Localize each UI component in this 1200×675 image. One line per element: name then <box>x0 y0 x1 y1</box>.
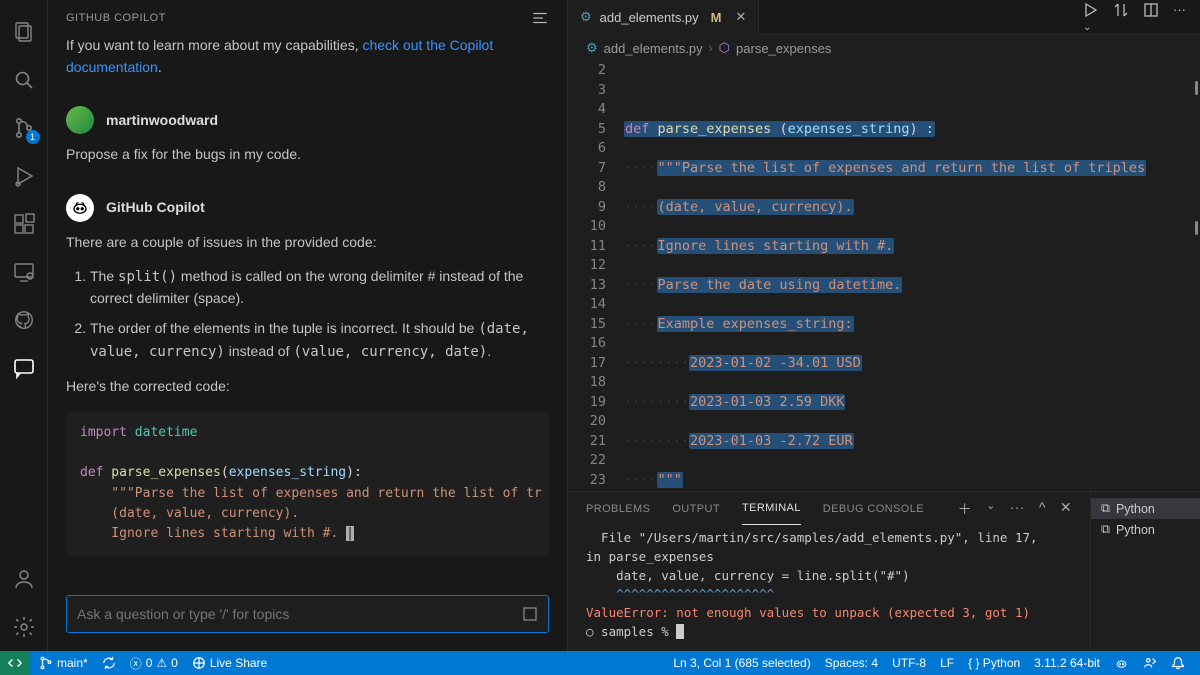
breadcrumb-file[interactable]: add_elements.py <box>604 41 703 56</box>
run-debug-icon[interactable] <box>0 152 48 200</box>
copilot-sidebar: GITHUB COPILOT If you want to learn more… <box>48 0 568 651</box>
copilot-code-block[interactable]: import datetime def parse_expenses(expen… <box>66 411 549 556</box>
code-editor[interactable]: 2345678910111213141516171819202122232425… <box>568 61 1200 491</box>
copilot-response-intro: There are a couple of issues in the prov… <box>66 232 549 254</box>
scm-badge: 1 <box>26 130 40 144</box>
remote-explorer-icon[interactable] <box>0 248 48 296</box>
live-share-button[interactable]: Live Share <box>185 656 274 670</box>
copilot-status-icon[interactable] <box>1107 656 1136 671</box>
notifications-icon[interactable] <box>1164 656 1192 670</box>
python-file-icon: ⚙ <box>586 40 598 56</box>
terminal-shell-icon: ⧉ <box>1101 501 1110 516</box>
copilot-issue-list: The split() method is called on the wron… <box>90 266 549 364</box>
corrected-code-label: Here's the corrected code: <box>66 376 549 398</box>
terminal-item[interactable]: ⧉Python <box>1091 498 1200 519</box>
account-icon[interactable] <box>0 555 48 603</box>
terminal-list: ⧉Python ⧉Python <box>1090 492 1200 651</box>
explorer-icon[interactable] <box>0 8 48 56</box>
compare-icon[interactable] <box>1113 2 1129 33</box>
panel-more-icon[interactable]: ··· <box>1010 499 1025 519</box>
breadcrumb-symbol[interactable]: parse_expenses <box>736 41 831 56</box>
status-bar: main* ⓧ0 ⚠0 Live Share Ln 3, Col 1 (685 … <box>0 651 1200 675</box>
branch-indicator[interactable]: main* <box>32 656 95 670</box>
terminal-shell-icon: ⧉ <box>1101 522 1110 537</box>
source-control-icon[interactable]: 1 <box>0 104 48 152</box>
terminal-output[interactable]: File "/Users/martin/src/samples/add_elem… <box>568 525 1090 651</box>
cursor-position[interactable]: Ln 3, Col 1 (685 selected) <box>666 656 817 670</box>
remote-indicator[interactable] <box>0 651 30 675</box>
chat-input-field[interactable] <box>77 606 522 622</box>
chat-username: martinwoodward <box>106 110 218 132</box>
sidebar-menu-icon[interactable] <box>531 9 549 27</box>
panel-tab-problems[interactable]: PROBLEMS <box>586 492 650 525</box>
breadcrumb[interactable]: ⚙ add_elements.py › ⬡ parse_expenses <box>568 35 1200 61</box>
terminal-item[interactable]: ⧉Python <box>1091 519 1200 540</box>
new-terminal-icon[interactable]: ＋ <box>958 499 972 519</box>
user-prompt: Propose a fix for the bugs in my code. <box>66 144 549 166</box>
chat-input[interactable] <box>66 595 549 633</box>
panel-close-icon[interactable]: ✕ <box>1060 499 1072 519</box>
code-lines[interactable]: def parse_expenses (expenses_string) : ·… <box>624 61 1200 491</box>
tab-bar: ⚙ add_elements.py M ✕ ⌄ ··· <box>568 0 1200 35</box>
editor-region: ⚙ add_elements.py M ✕ ⌄ ··· ⚙ add_elemen… <box>568 0 1200 651</box>
tab-modified-indicator: M <box>711 10 722 25</box>
tab-close-icon[interactable]: ✕ <box>736 9 747 25</box>
search-icon[interactable] <box>0 56 48 104</box>
line-gutter: 2345678910111213141516171819202122232425 <box>568 61 624 491</box>
split-editor-icon[interactable] <box>1143 2 1159 33</box>
activity-bar: 1 <box>0 0 48 651</box>
problems-indicator[interactable]: ⓧ0 ⚠0 <box>123 655 185 672</box>
tab-add-elements[interactable]: ⚙ add_elements.py M ✕ <box>568 0 759 35</box>
python-interpreter[interactable]: 3.11.2 64-bit <box>1027 656 1107 670</box>
copilot-name: GitHub Copilot <box>106 197 205 219</box>
sidebar-title: GITHUB COPILOT <box>66 12 166 24</box>
panel-tab-debug[interactable]: DEBUG CONSOLE <box>823 492 924 525</box>
tab-filename: add_elements.py <box>600 10 699 25</box>
panel-tab-terminal[interactable]: TERMINAL <box>742 492 801 525</box>
encoding[interactable]: UTF-8 <box>885 656 933 670</box>
user-avatar <box>66 106 94 134</box>
copilot-avatar <box>66 194 94 222</box>
terminal-dropdown-icon[interactable]: ⌄ <box>986 499 996 519</box>
overview-ruler-mark <box>1195 81 1198 95</box>
extensions-icon[interactable] <box>0 200 48 248</box>
feedback-icon[interactable] <box>1136 656 1164 670</box>
github-icon[interactable] <box>0 296 48 344</box>
symbol-icon: ⬡ <box>719 40 730 56</box>
chat-stop-icon[interactable] <box>522 606 538 622</box>
run-play-icon[interactable]: ⌄ <box>1083 2 1099 33</box>
language-mode[interactable]: { } Python <box>961 656 1027 670</box>
eol[interactable]: LF <box>933 656 961 670</box>
bottom-panel: PROBLEMS OUTPUT TERMINAL DEBUG CONSOLE ＋… <box>568 491 1200 651</box>
settings-gear-icon[interactable] <box>0 603 48 651</box>
panel-tab-output[interactable]: OUTPUT <box>672 492 720 525</box>
more-icon[interactable]: ··· <box>1173 2 1186 33</box>
overview-ruler-mark <box>1195 221 1198 235</box>
copilot-chat-icon[interactable] <box>0 344 48 392</box>
sync-indicator[interactable] <box>95 656 123 670</box>
indentation[interactable]: Spaces: 4 <box>818 656 885 670</box>
chat-intro-text: If you want to learn more about my capab… <box>66 37 362 53</box>
panel-maximize-icon[interactable]: ^ <box>1039 499 1046 519</box>
chat-scroll[interactable]: If you want to learn more about my capab… <box>48 35 567 583</box>
python-file-icon: ⚙ <box>580 9 592 25</box>
